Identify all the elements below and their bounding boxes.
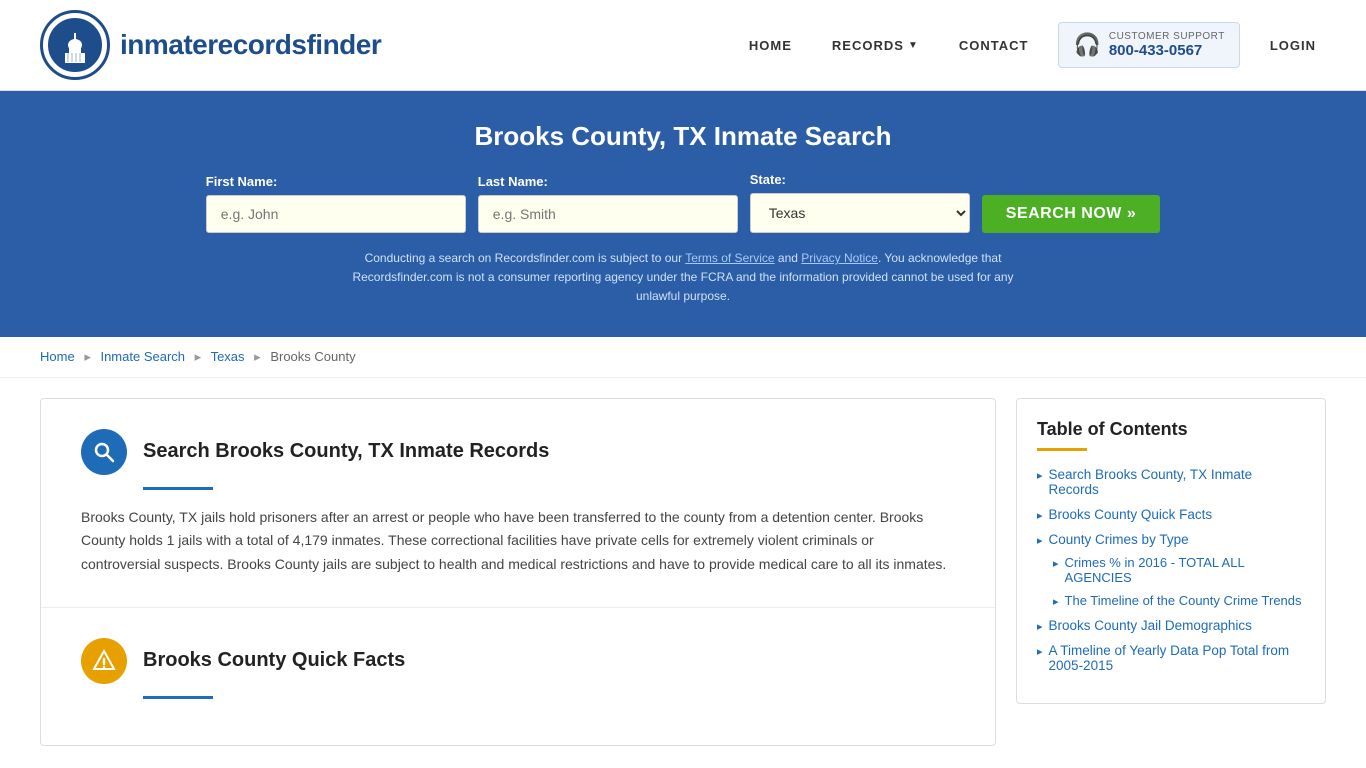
content-area: Search Brooks County, TX Inmate Records … [40, 398, 996, 746]
first-name-label: First Name: [206, 174, 278, 189]
breadcrumb-texas[interactable]: Texas [211, 349, 245, 364]
toc-item-2: ▸ Brooks County Quick Facts [1037, 507, 1305, 522]
breadcrumb-sep-3: ▸ [254, 349, 261, 364]
chevron-right-icon: ▸ [1037, 509, 1043, 522]
nav-home[interactable]: HOME [739, 33, 802, 58]
first-name-group: First Name: [206, 174, 466, 233]
breadcrumb-sep-2: ▸ [195, 349, 202, 364]
last-name-group: Last Name: [478, 174, 738, 233]
toc-item-5: ▸ A Timeline of Yearly Data Pop Total fr… [1037, 643, 1305, 673]
main-container: Search Brooks County, TX Inmate Records … [0, 378, 1366, 766]
toc-link-1[interactable]: ▸ Search Brooks County, TX Inmate Record… [1037, 467, 1305, 497]
nav-contact[interactable]: CONTACT [949, 33, 1039, 58]
main-nav: HOME RECORDS ▼ CONTACT 🎧 CUSTOMER SUPPOR… [739, 22, 1326, 68]
section1-title: Search Brooks County, TX Inmate Records [143, 440, 549, 463]
chevron-right-icon: ▸ [1037, 620, 1043, 633]
logo-icon [40, 10, 110, 80]
search-icon-circle [81, 429, 127, 475]
toc-sub-item-3-1: ▸ Crimes % in 2016 - TOTAL ALL AGENCIES [1053, 555, 1305, 585]
chevron-right-icon: ▸ [1037, 534, 1043, 547]
section2-underline [143, 696, 213, 699]
state-select[interactable]: Texas [750, 193, 970, 233]
breadcrumb-current: Brooks County [270, 349, 355, 364]
toc-link-2[interactable]: ▸ Brooks County Quick Facts [1037, 507, 1305, 522]
chevron-down-icon: ▼ [908, 40, 919, 51]
state-group: State: Texas [750, 172, 970, 233]
tos-link[interactable]: Terms of Service [685, 251, 774, 265]
search-form: First Name: Last Name: State: Texas SEAR… [40, 172, 1326, 233]
support-text: CUSTOMER SUPPORT 800-433-0567 [1109, 31, 1225, 59]
section1-header: Search Brooks County, TX Inmate Records [81, 429, 955, 475]
nav-records[interactable]: RECORDS ▼ [822, 33, 929, 58]
breadcrumb-home[interactable]: Home [40, 349, 75, 364]
chevron-right-icon: ▸ [1037, 645, 1043, 658]
info-icon-circle [81, 638, 127, 684]
toc-title: Table of Contents [1037, 419, 1305, 440]
logo-text: inmaterecordsfinder [120, 29, 381, 61]
chevron-right-icon: ▸ [1037, 469, 1043, 482]
toc-sub-item-3-2: ▸ The Timeline of the County Crime Trend… [1053, 593, 1305, 608]
toc-link-5[interactable]: ▸ A Timeline of Yearly Data Pop Total fr… [1037, 643, 1305, 673]
login-button[interactable]: LOGIN [1260, 33, 1326, 58]
toc-item-3: ▸ County Crimes by Type ▸ Crimes % in 20… [1037, 532, 1305, 608]
first-name-input[interactable] [206, 195, 466, 233]
toc-link-3[interactable]: ▸ County Crimes by Type [1037, 532, 1305, 547]
customer-support-box[interactable]: 🎧 CUSTOMER SUPPORT 800-433-0567 [1058, 22, 1239, 68]
chevron-right-icon: ▸ [1053, 557, 1059, 570]
toc-item-4: ▸ Brooks County Jail Demographics [1037, 618, 1305, 633]
alert-icon [92, 649, 116, 673]
toc-underline [1037, 448, 1087, 451]
breadcrumb: Home ▸ Inmate Search ▸ Texas ▸ Brooks Co… [0, 337, 1366, 378]
toc-sub-link-3-1[interactable]: ▸ Crimes % in 2016 - TOTAL ALL AGENCIES [1053, 555, 1305, 585]
last-name-input[interactable] [478, 195, 738, 233]
sidebar-toc: Table of Contents ▸ Search Brooks County… [1016, 398, 1326, 704]
toc-list: ▸ Search Brooks County, TX Inmate Record… [1037, 467, 1305, 673]
toc-item-1: ▸ Search Brooks County, TX Inmate Record… [1037, 467, 1305, 497]
hero-section: Brooks County, TX Inmate Search First Na… [0, 91, 1366, 337]
hero-disclaimer: Conducting a search on Recordsfinder.com… [333, 249, 1033, 307]
content-section-2: Brooks County Quick Facts [41, 608, 995, 745]
privacy-link[interactable]: Privacy Notice [801, 251, 878, 265]
section2-title: Brooks County Quick Facts [143, 649, 405, 672]
toc-link-4[interactable]: ▸ Brooks County Jail Demographics [1037, 618, 1305, 633]
search-icon [92, 440, 116, 464]
hero-title: Brooks County, TX Inmate Search [40, 121, 1326, 152]
logo-area: inmaterecordsfinder [40, 10, 381, 80]
toc-sub-link-3-2[interactable]: ▸ The Timeline of the County Crime Trend… [1053, 593, 1305, 608]
chevron-right-icon: ▸ [1053, 595, 1059, 608]
breadcrumb-inmate-search[interactable]: Inmate Search [100, 349, 185, 364]
headphone-icon: 🎧 [1073, 32, 1100, 58]
last-name-label: Last Name: [478, 174, 548, 189]
header: inmaterecordsfinder HOME RECORDS ▼ CONTA… [0, 0, 1366, 91]
state-label: State: [750, 172, 786, 187]
breadcrumb-sep-1: ▸ [84, 349, 91, 364]
search-button[interactable]: SEARCH NOW » [982, 195, 1160, 233]
content-section-1: Search Brooks County, TX Inmate Records … [41, 399, 995, 608]
section2-header: Brooks County Quick Facts [81, 638, 955, 684]
toc-sub-list-3: ▸ Crimes % in 2016 - TOTAL ALL AGENCIES … [1037, 555, 1305, 608]
section1-underline [143, 487, 213, 490]
section1-body: Brooks County, TX jails hold prisoners a… [81, 506, 955, 577]
